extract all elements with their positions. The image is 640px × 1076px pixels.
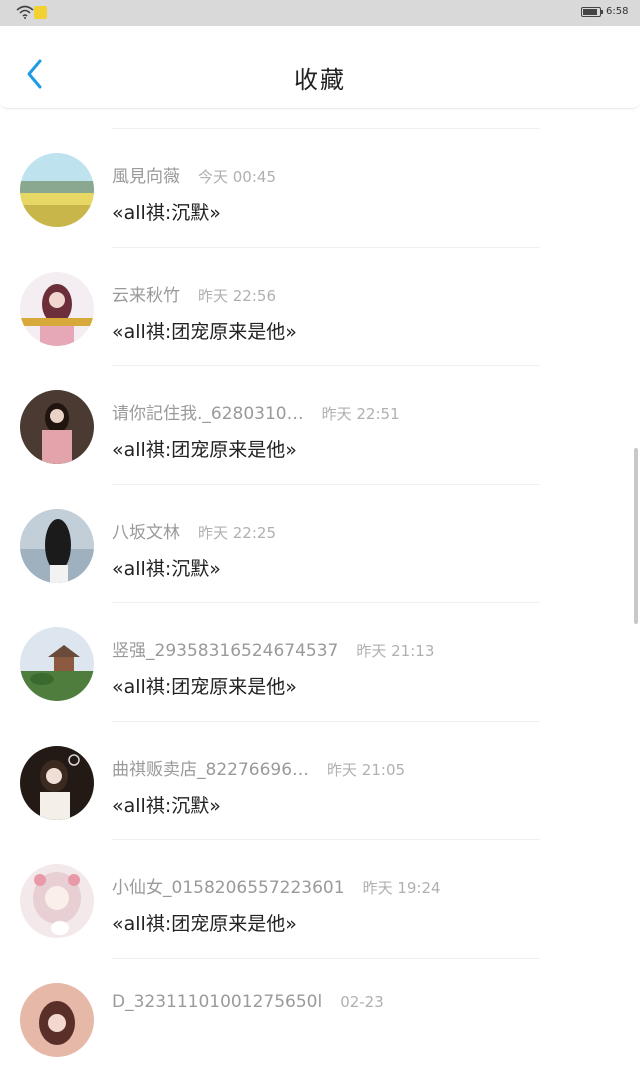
item-user-name[interactable]: D_32311101001275650l02-23 (112, 992, 384, 1012)
avatar[interactable] (20, 509, 94, 583)
avatar[interactable] (20, 272, 94, 346)
list-item[interactable]: 请你記住我._6280310…昨天 22:51 «all祺:团宠原来是他» (0, 365, 640, 484)
divider (112, 247, 540, 248)
list-item[interactable]: 小仙女_0158206557223601昨天 19:24 «all祺:团宠原来是… (0, 839, 640, 958)
list-item[interactable]: 云来秋竹昨天 22:56 «all祺:团宠原来是他» (0, 247, 640, 366)
item-time: 昨天 21:05 (327, 761, 405, 779)
item-content[interactable]: «all祺:团宠原来是他» (112, 909, 297, 936)
status-time: 6:58 (606, 6, 628, 17)
item-time: 02-23 (340, 993, 384, 1011)
item-time: 昨天 19:24 (363, 879, 441, 897)
list-item[interactable]: 八坂文林昨天 22:25 «all祺:沉默» (0, 484, 640, 603)
item-content[interactable]: «all祺:沉默» (112, 198, 221, 225)
scrollbar[interactable] (634, 448, 638, 624)
avatar[interactable] (20, 627, 94, 701)
item-content[interactable]: «all祺:团宠原来是他» (112, 317, 297, 344)
list-item[interactable]: 曲祺贩卖店_82276696…昨天 21:05 «all祺:沉默» (0, 721, 640, 840)
divider (112, 484, 540, 485)
item-user-name[interactable]: 八坂文林昨天 22:25 (112, 518, 276, 543)
list-item[interactable]: 竖强_29358316524674537昨天 21:13 «all祺:团宠原来是… (0, 602, 640, 721)
item-content[interactable]: «all祺:团宠原来是他» (112, 672, 297, 699)
avatar[interactable] (20, 864, 94, 938)
item-time: 今天 00:45 (198, 168, 276, 186)
item-time: 昨天 22:25 (198, 524, 276, 542)
avatar[interactable] (20, 153, 94, 227)
item-content[interactable]: «all祺:沉默» (112, 791, 221, 818)
item-content[interactable]: «all祺:沉默» (112, 554, 221, 581)
notification-icon (34, 6, 47, 19)
item-user-name[interactable]: 云来秋竹昨天 22:56 (112, 281, 276, 306)
divider (112, 365, 540, 366)
item-time: 昨天 22:51 (322, 405, 400, 423)
divider (112, 958, 540, 959)
divider (112, 602, 540, 603)
list-item[interactable]: 風見向薇今天 00:45 «all祺:沉默» (0, 128, 640, 247)
list-item[interactable]: D_32311101001275650l02-23 (0, 958, 640, 1076)
wifi-icon (16, 5, 34, 19)
status-bar: 6:58 (0, 0, 640, 26)
item-content[interactable]: «all祺:团宠原来是他» (112, 435, 297, 462)
item-time: 昨天 22:56 (198, 287, 276, 305)
avatar[interactable] (20, 390, 94, 464)
item-user-name[interactable]: 竖强_29358316524674537昨天 21:13 (112, 636, 434, 661)
item-user-name[interactable]: 请你記住我._6280310…昨天 22:51 (112, 399, 400, 424)
favorites-list: 風見向薇今天 00:45 «all祺:沉默» 云来秋竹昨天 22:56 «all… (0, 128, 640, 1076)
avatar[interactable] (20, 746, 94, 820)
divider (112, 128, 540, 129)
avatar[interactable] (20, 983, 94, 1057)
page-title: 收藏 (0, 60, 640, 95)
battery-icon (581, 7, 601, 17)
header: 收藏 (0, 26, 640, 109)
divider (112, 839, 540, 840)
item-time: 昨天 21:13 (356, 642, 434, 660)
item-user-name[interactable]: 小仙女_0158206557223601昨天 19:24 (112, 873, 441, 898)
item-user-name[interactable]: 風見向薇今天 00:45 (112, 162, 276, 187)
item-user-name[interactable]: 曲祺贩卖店_82276696…昨天 21:05 (112, 755, 405, 780)
divider (112, 721, 540, 722)
